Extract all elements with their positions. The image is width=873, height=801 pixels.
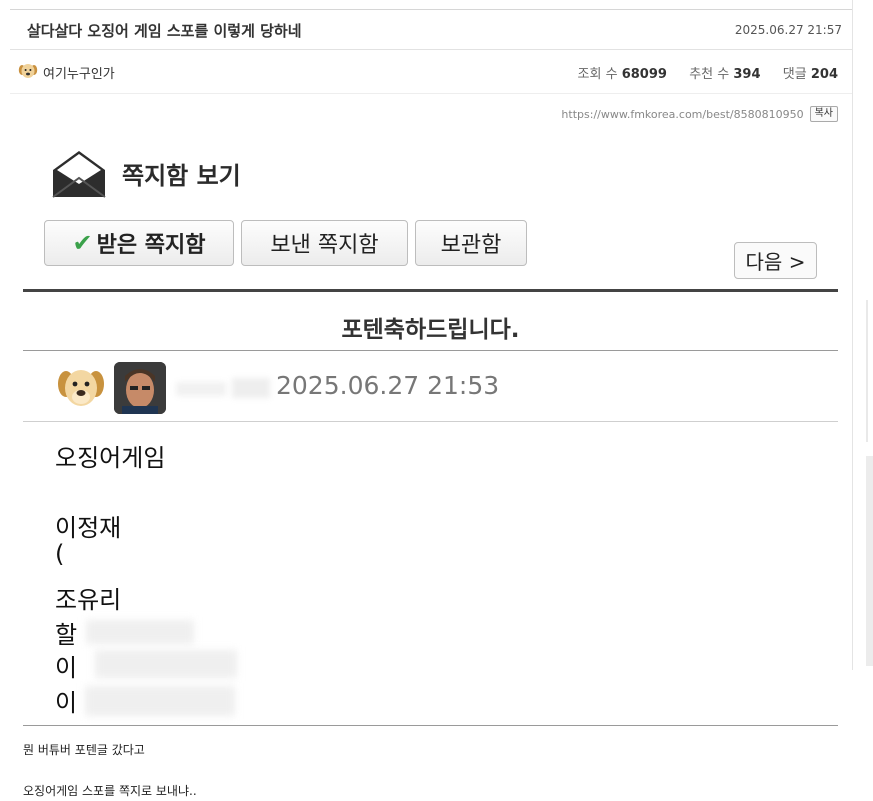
message-line: 이 [55,654,78,682]
tab-storage-label: 보관함 [440,233,502,258]
post-date: 2025.06.27 21:57 [734,23,842,37]
post-stats: 조회 수 68099 추천 수 394 댓글 204 [578,63,838,82]
redaction-smear [95,650,237,678]
comments-label: 댓글 [782,67,807,82]
recommend-count: 394 [733,67,761,82]
message-line: 오징어게임 [55,444,166,472]
dog-avatar-icon[interactable] [18,61,38,81]
message-screenshot: 쪽지함 보기 ✔ 받은 쪽지함 보낸 쪽지함 보관함 다음 > 포텐축하드립니다… [0,130,873,730]
divider [23,289,838,292]
message-line: 이정재 [55,514,122,542]
post-url[interactable]: https://www.fmkorea.com/best/8580810950 [561,108,803,121]
message-line: 할 [55,621,78,649]
message-line: 이 [55,689,78,717]
user-photo-icon [114,362,166,414]
author-name[interactable]: 여기누구인가 [43,63,115,82]
tab-sent[interactable]: 보낸 쪽지함 [241,220,408,266]
message-timestamp: 2025.06.27 21:53 [276,371,500,400]
message-subject: 포텐축하드립니다. [341,317,520,343]
divider [23,421,838,422]
copy-url-button[interactable]: 복사 [809,106,838,122]
views-count: 68099 [621,67,667,82]
tab-storage[interactable]: 보관함 [415,220,527,266]
redacted-sender [232,378,270,398]
divider [23,350,838,351]
redaction-smear [85,686,235,716]
envelope-icon [52,151,106,198]
divider [23,725,838,726]
post-title: 살다살다 오징어 게임 스포를 이렇게 당하네 [27,22,302,40]
post-text-line: 뭔 버튜버 포텐글 갔다고 [23,743,145,757]
tab-inbox-label: 받은 쪽지함 [96,233,206,258]
tab-inbox[interactable]: ✔ 받은 쪽지함 [44,220,234,266]
message-line: ( [55,540,65,568]
post-url-row: https://www.fmkorea.com/best/8580810950 … [561,106,838,122]
recommend-label: 추천 수 [689,67,730,82]
redaction-smear [86,620,194,644]
post-text-line: 오징어게임 스포를 쪽지로 보내냐.. [23,784,197,798]
next-button[interactable]: 다음 > [734,242,817,279]
tab-sent-label: 보낸 쪽지함 [270,233,379,258]
post-header: 살다살다 오징어 게임 스포를 이렇게 당하네 2025.06.27 21:57 [10,9,852,50]
checkmark-icon: ✔ [72,229,93,257]
message-line: 조유리 [55,586,122,614]
inbox-heading: 쪽지함 보기 [122,162,241,190]
dog-avatar-icon [58,370,104,406]
comments-count: 204 [810,67,838,82]
post-meta: 여기누구인가 조회 수 68099 추천 수 394 댓글 204 [10,51,852,94]
redacted-sender [176,382,226,396]
views-label: 조회 수 [577,67,618,82]
